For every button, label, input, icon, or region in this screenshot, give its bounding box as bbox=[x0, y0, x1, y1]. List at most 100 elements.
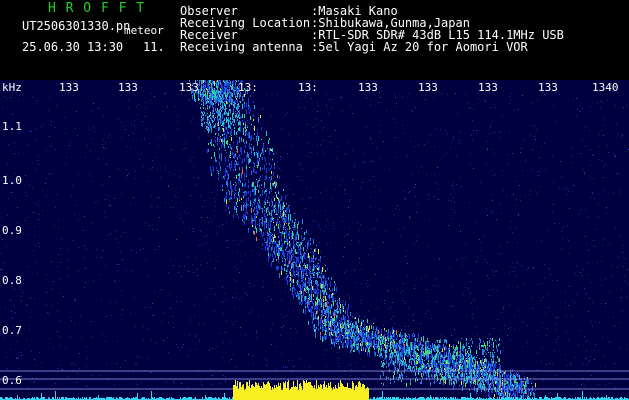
signal-speck bbox=[272, 254, 273, 257]
signal-speck bbox=[301, 242, 302, 245]
noise-speck bbox=[3, 337, 4, 338]
signal-speck bbox=[258, 117, 259, 122]
noise-speck bbox=[349, 227, 350, 228]
signal-speck bbox=[352, 331, 353, 332]
noise-speck bbox=[511, 377, 512, 378]
noise-speck bbox=[614, 325, 615, 326]
noise-speck bbox=[335, 189, 336, 190]
signal-speck bbox=[262, 149, 263, 151]
signal-speck bbox=[216, 92, 217, 94]
signal-speck bbox=[281, 239, 282, 240]
signal-speck bbox=[488, 390, 489, 392]
noise-speck bbox=[32, 97, 33, 98]
noise-speck bbox=[302, 384, 303, 385]
signal-speck bbox=[383, 343, 384, 344]
signal-speck bbox=[360, 340, 361, 341]
noise-speck bbox=[515, 228, 516, 229]
noise-speck bbox=[586, 358, 587, 359]
noise-speck bbox=[281, 299, 282, 300]
signal-speck bbox=[410, 357, 411, 358]
signal-speck bbox=[355, 341, 356, 342]
noise-speck bbox=[598, 350, 599, 351]
noise-speck bbox=[64, 117, 65, 118]
noise-speck bbox=[360, 303, 361, 304]
signal-speck bbox=[213, 113, 214, 114]
noise-speck bbox=[487, 215, 488, 216]
noise-speck bbox=[34, 226, 35, 227]
noise-speck bbox=[492, 289, 493, 290]
noise-speck bbox=[199, 137, 200, 138]
noise-speck bbox=[585, 294, 586, 295]
signal-speck bbox=[303, 238, 304, 241]
noise-speck bbox=[613, 317, 614, 318]
signal-speck bbox=[268, 197, 269, 199]
noise-speck bbox=[270, 159, 271, 160]
signal-speck bbox=[226, 170, 227, 172]
noise-speck bbox=[126, 270, 127, 271]
signal-speck bbox=[259, 158, 260, 161]
noise-speck bbox=[21, 355, 22, 356]
noise-speck bbox=[329, 344, 330, 345]
signal-speck bbox=[242, 219, 243, 220]
signal-speck bbox=[290, 288, 291, 291]
signal-speck bbox=[426, 351, 427, 354]
signal-speck bbox=[343, 346, 344, 348]
signal-speck bbox=[503, 373, 504, 374]
noise-speck bbox=[180, 214, 181, 215]
noise-speck bbox=[2, 239, 3, 240]
signal-speck bbox=[399, 344, 400, 346]
signal-speck bbox=[304, 296, 305, 301]
signal-speck bbox=[305, 298, 306, 300]
noise-speck bbox=[155, 343, 156, 344]
noise-speck bbox=[404, 301, 405, 302]
noise-speck bbox=[263, 281, 264, 282]
signal-speck bbox=[299, 302, 300, 305]
signal-speck bbox=[225, 81, 226, 86]
signal-speck bbox=[462, 367, 463, 371]
signal-speck bbox=[331, 277, 332, 280]
signal-speck bbox=[321, 278, 322, 280]
noise-speck bbox=[308, 296, 309, 297]
noise-speck bbox=[105, 142, 106, 143]
noise-speck bbox=[18, 153, 19, 154]
noise-speck bbox=[182, 347, 183, 348]
signal-speck bbox=[264, 206, 265, 208]
noise-speck bbox=[493, 328, 494, 329]
noise-speck bbox=[616, 124, 617, 125]
noise-speck bbox=[159, 197, 160, 198]
signal-speck bbox=[211, 157, 212, 159]
signal-speck bbox=[377, 355, 378, 356]
noise-speck bbox=[56, 194, 57, 195]
noise-speck bbox=[287, 211, 288, 212]
noise-speck bbox=[485, 352, 486, 353]
noise-speck bbox=[177, 116, 178, 117]
signal-speck bbox=[241, 117, 242, 118]
noise-speck bbox=[430, 365, 431, 366]
noise-speck bbox=[50, 174, 51, 175]
signal-speck bbox=[510, 397, 511, 398]
noise-speck bbox=[512, 376, 513, 377]
noise-speck bbox=[29, 329, 30, 330]
signal-speck bbox=[311, 299, 312, 302]
noise-speck bbox=[223, 357, 224, 358]
signal-speck bbox=[506, 374, 507, 378]
signal-speck bbox=[490, 384, 491, 385]
noise-speck bbox=[16, 341, 17, 342]
signal-speck bbox=[486, 359, 487, 362]
signal-speck bbox=[239, 176, 240, 181]
noise-speck bbox=[265, 359, 266, 360]
noise-speck bbox=[587, 274, 588, 275]
signal-speck bbox=[214, 81, 215, 86]
noise-speck bbox=[236, 136, 237, 137]
signal-speck bbox=[325, 337, 326, 340]
noise-speck bbox=[28, 387, 29, 388]
noise-speck bbox=[238, 244, 239, 245]
noise-speck bbox=[296, 331, 297, 332]
signal-speck bbox=[297, 242, 298, 243]
noise-speck bbox=[141, 140, 142, 141]
signal-speck bbox=[253, 230, 254, 231]
signal-speck bbox=[253, 153, 254, 154]
signal-speck bbox=[296, 271, 297, 272]
noise-speck bbox=[437, 286, 438, 287]
signal-speck bbox=[226, 82, 227, 83]
